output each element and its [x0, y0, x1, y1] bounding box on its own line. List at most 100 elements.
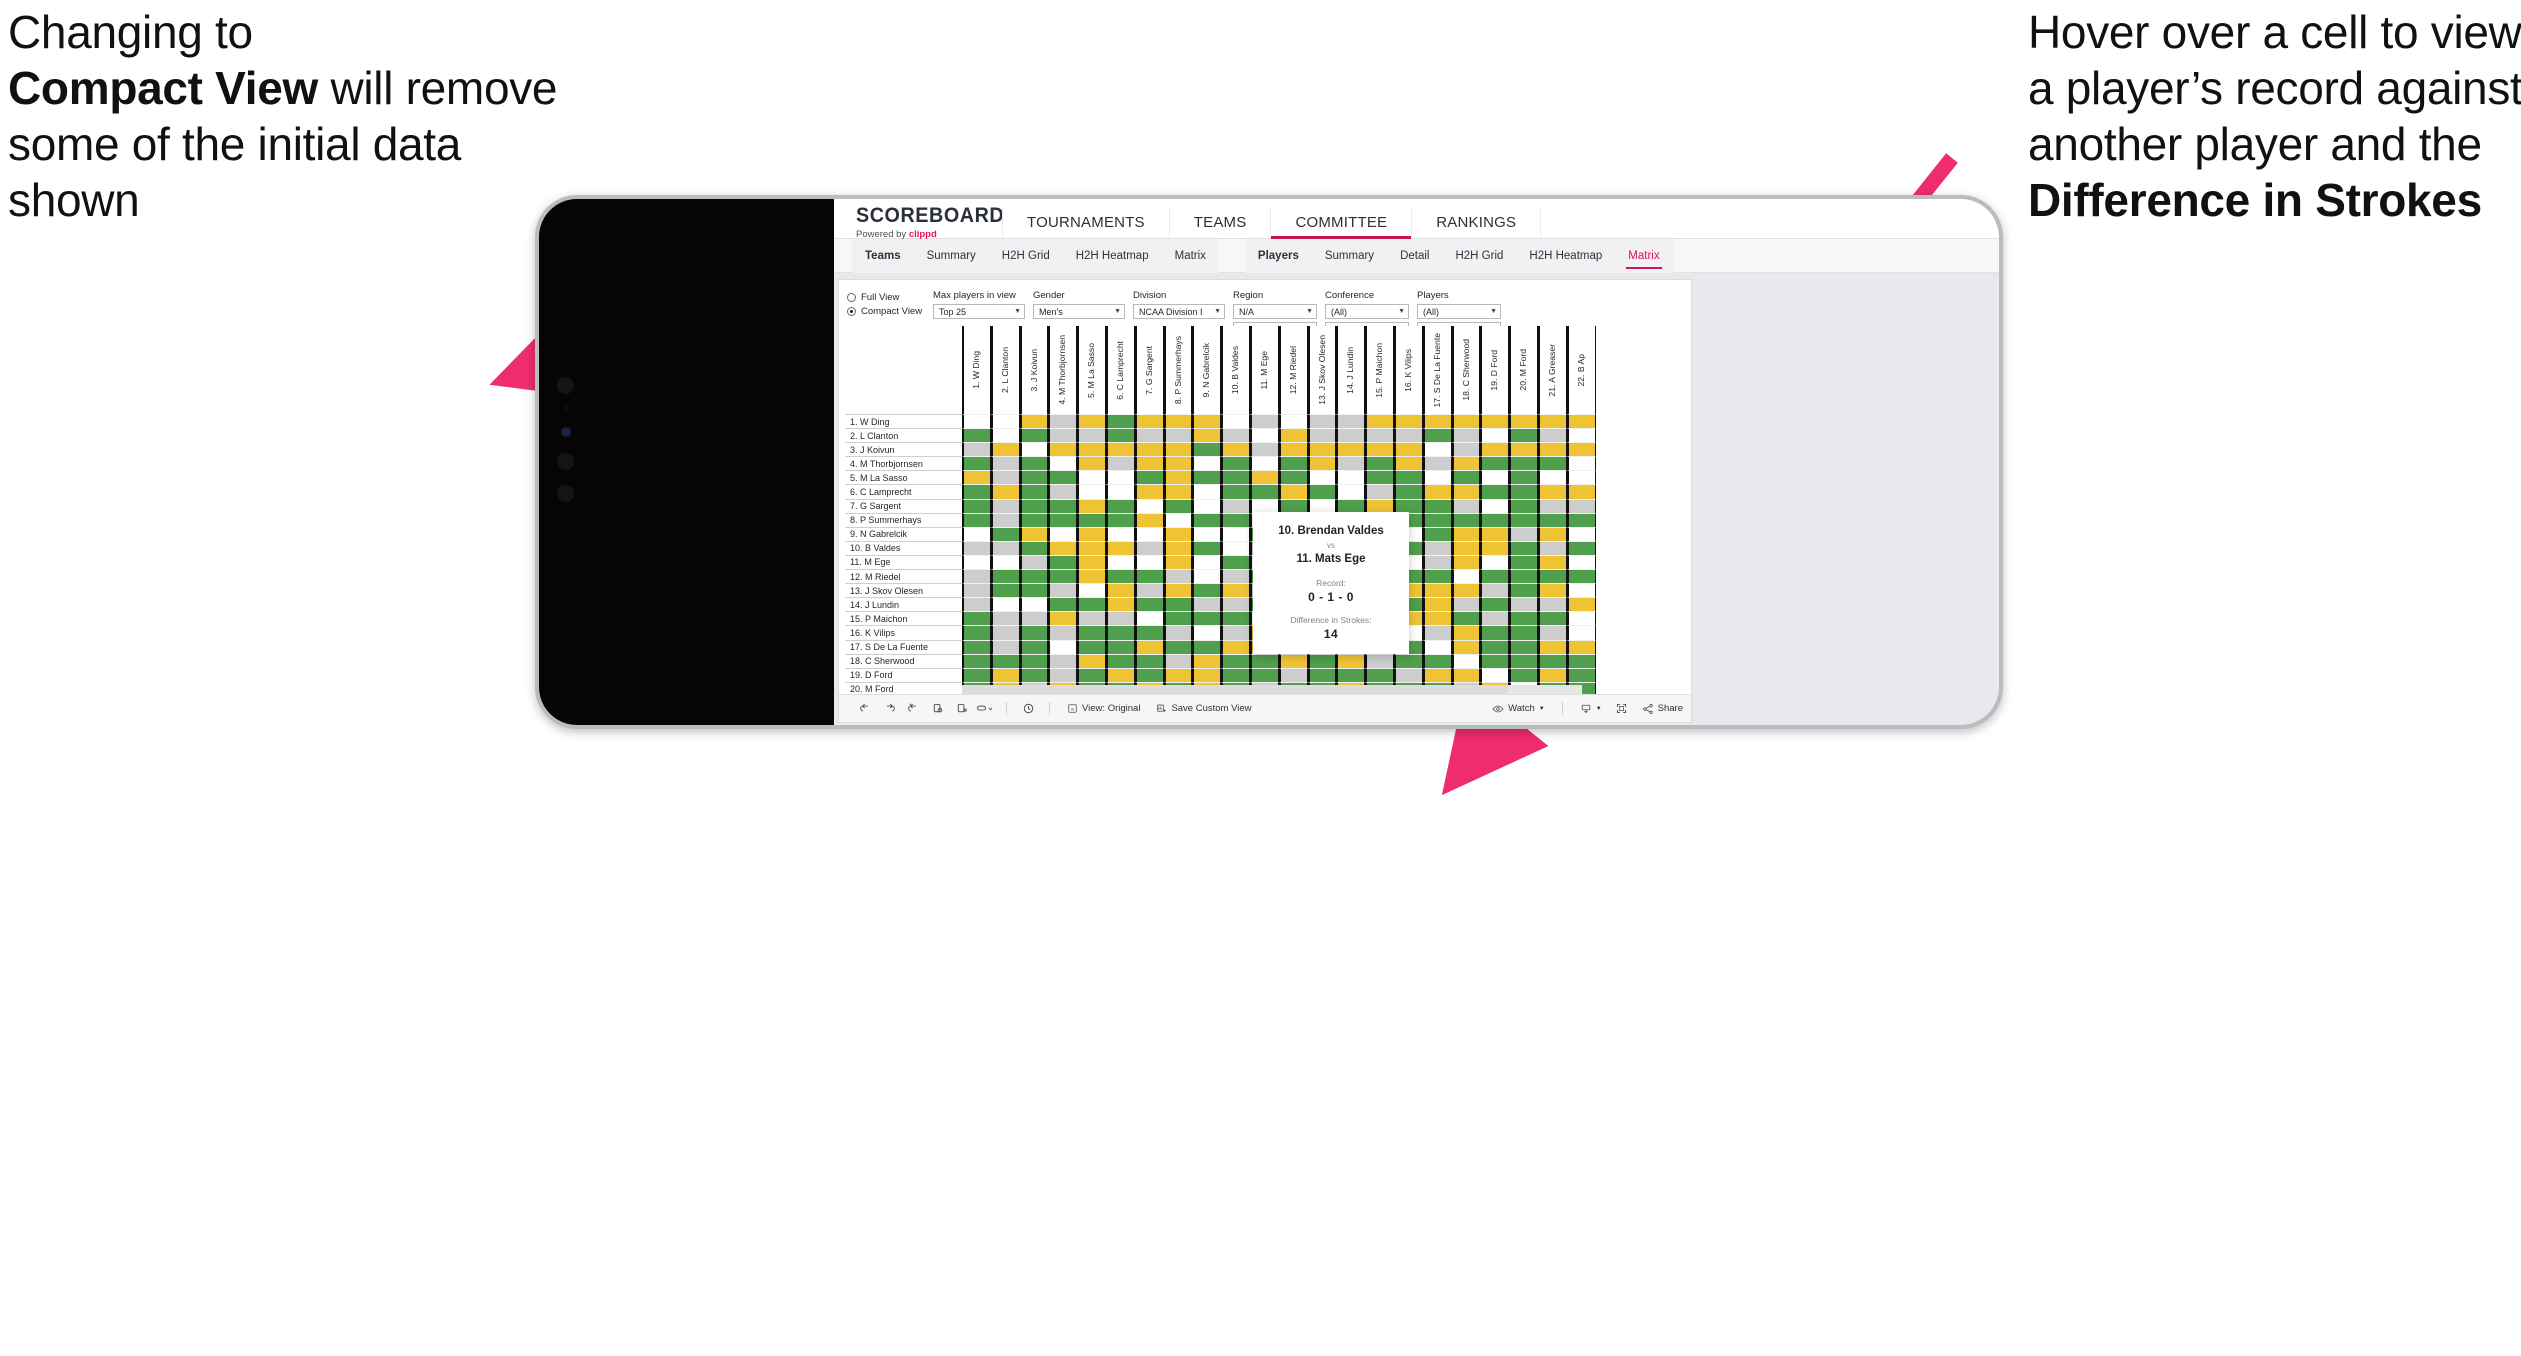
- matrix-cell[interactable]: [1278, 470, 1308, 485]
- matrix-cell[interactable]: [1192, 428, 1222, 443]
- matrix-cell[interactable]: [990, 569, 1020, 584]
- matrix-cell[interactable]: [1336, 484, 1366, 499]
- matrix-cell[interactable]: [1509, 554, 1538, 570]
- matrix-cell[interactable]: [1307, 484, 1337, 499]
- matrix-cell[interactable]: [1105, 667, 1135, 682]
- matrix-cell[interactable]: [1192, 554, 1222, 570]
- matrix-cell[interactable]: [1192, 583, 1222, 598]
- matrix-cell[interactable]: [1105, 554, 1135, 570]
- matrix-cell[interactable]: [1134, 653, 1164, 668]
- matrix-cell[interactable]: [1221, 484, 1250, 499]
- matrix-cell[interactable]: [990, 611, 1020, 626]
- matrix-cell[interactable]: [1537, 667, 1567, 682]
- matrix-cell[interactable]: [1422, 512, 1452, 527]
- matrix-cell[interactable]: [1019, 667, 1049, 682]
- matrix-cell[interactable]: [1163, 484, 1193, 499]
- matrix-cell[interactable]: [1163, 526, 1193, 541]
- matrix-cell[interactable]: [1422, 470, 1452, 485]
- matrix-cell[interactable]: [1365, 484, 1394, 499]
- matrix-cell[interactable]: [1537, 569, 1567, 584]
- matrix-cell[interactable]: [1422, 442, 1452, 457]
- radio-full-view[interactable]: Full View: [847, 292, 933, 303]
- matrix-cell[interactable]: [1249, 428, 1279, 443]
- matrix-cell[interactable]: [962, 512, 991, 527]
- matrix-cell[interactable]: [990, 639, 1020, 654]
- matrix-cell[interactable]: [1249, 667, 1279, 682]
- matrix-cell[interactable]: [1509, 470, 1538, 485]
- matrix-cell[interactable]: [990, 667, 1020, 682]
- matrix-cell[interactable]: [1077, 540, 1106, 555]
- matrix-cell[interactable]: [1105, 569, 1135, 584]
- filter-gender-select[interactable]: Men's ▼: [1033, 304, 1125, 319]
- matrix-cell[interactable]: [962, 625, 991, 640]
- matrix-cell[interactable]: [1019, 569, 1049, 584]
- matrix-cell[interactable]: [1422, 498, 1452, 513]
- matrix-cell[interactable]: [1509, 569, 1538, 584]
- matrix-cell[interactable]: [1163, 639, 1193, 654]
- matrix-cell[interactable]: [1480, 583, 1510, 598]
- matrix-cell[interactable]: [1278, 667, 1308, 682]
- matrix-cell[interactable]: [1566, 597, 1596, 612]
- matrix-cell[interactable]: [1163, 428, 1193, 443]
- matrix-cell[interactable]: [1537, 625, 1567, 640]
- matrix-cell[interactable]: [1163, 442, 1193, 457]
- matrix-cell[interactable]: [1480, 625, 1510, 640]
- matrix-cell[interactable]: [1048, 597, 1078, 612]
- matrix-cell[interactable]: [1048, 639, 1078, 654]
- matrix-cell[interactable]: [1537, 456, 1567, 471]
- matrix-cell[interactable]: [1134, 540, 1164, 555]
- matrix-cell[interactable]: [1480, 540, 1510, 555]
- matrix-cell[interactable]: [1566, 428, 1596, 443]
- topnav-tab-rankings[interactable]: RANKINGS: [1411, 206, 1540, 238]
- matrix-cell[interactable]: [1451, 470, 1481, 485]
- matrix-cell[interactable]: [990, 583, 1020, 598]
- matrix-cell[interactable]: [1048, 625, 1078, 640]
- matrix-cell[interactable]: [1480, 667, 1510, 682]
- share-button[interactable]: Share: [1634, 695, 1691, 723]
- matrix-cell[interactable]: [1480, 639, 1510, 654]
- matrix-cell[interactable]: [1105, 512, 1135, 527]
- matrix-cell[interactable]: [1134, 470, 1164, 485]
- matrix-cell[interactable]: [1278, 414, 1308, 429]
- save-custom-view-button[interactable]: Save Custom View: [1148, 695, 1259, 723]
- matrix-cell[interactable]: [962, 583, 991, 598]
- matrix-cell[interactable]: [1451, 428, 1481, 443]
- matrix-cell[interactable]: [1134, 569, 1164, 584]
- matrix-cell[interactable]: [1307, 442, 1337, 457]
- matrix-cell[interactable]: [1566, 540, 1596, 555]
- matrix-cell[interactable]: [1566, 625, 1596, 640]
- matrix-cell[interactable]: [1393, 653, 1423, 668]
- matrix-cell[interactable]: [1422, 484, 1452, 499]
- matrix-cell[interactable]: [1422, 554, 1452, 570]
- matrix-cell[interactable]: [1509, 456, 1538, 471]
- matrix-cell[interactable]: [1221, 526, 1250, 541]
- matrix-cell[interactable]: [962, 484, 991, 499]
- matrix-cell[interactable]: [1221, 639, 1250, 654]
- matrix-cell[interactable]: [1134, 512, 1164, 527]
- filter-division-select[interactable]: NCAA Division I ▼: [1133, 304, 1225, 319]
- matrix-cell[interactable]: [1221, 512, 1250, 527]
- matrix-cell[interactable]: [1105, 583, 1135, 598]
- matrix-cell[interactable]: [1192, 414, 1222, 429]
- matrix-cell[interactable]: [1509, 667, 1538, 682]
- matrix-cell[interactable]: [1537, 526, 1567, 541]
- matrix-cell[interactable]: [1221, 540, 1250, 555]
- matrix-cell[interactable]: [1422, 667, 1452, 682]
- matrix-cell[interactable]: [990, 625, 1020, 640]
- matrix-cell[interactable]: [1451, 414, 1481, 429]
- brand-logo[interactable]: SCOREBOARD Powered by clippd: [834, 204, 1004, 240]
- filter-conference-select[interactable]: (All) ▼: [1325, 304, 1409, 319]
- matrix-cell[interactable]: [1221, 597, 1250, 612]
- matrix-cell[interactable]: [990, 540, 1020, 555]
- matrix-cell[interactable]: [1336, 456, 1366, 471]
- matrix-cell[interactable]: [1077, 442, 1106, 457]
- matrix-cell[interactable]: [1307, 470, 1337, 485]
- matrix-cell[interactable]: [1163, 653, 1193, 668]
- matrix-cell[interactable]: [1451, 526, 1481, 541]
- revert-icon[interactable]: [901, 695, 925, 723]
- matrix-cell[interactable]: [1566, 653, 1596, 668]
- matrix-cell[interactable]: [1365, 414, 1394, 429]
- matrix-cell[interactable]: [1192, 653, 1222, 668]
- matrix-cell[interactable]: [1537, 484, 1567, 499]
- matrix-cell[interactable]: [1278, 484, 1308, 499]
